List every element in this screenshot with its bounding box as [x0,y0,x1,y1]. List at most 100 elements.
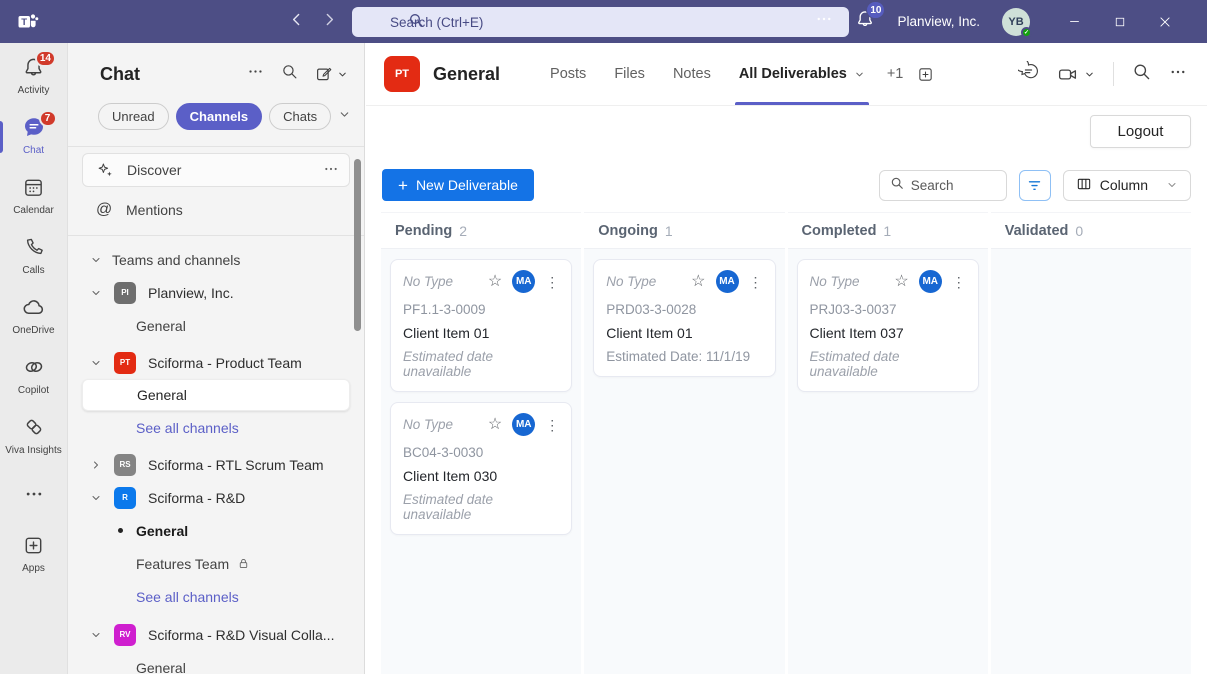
svg-text:T: T [21,17,27,28]
chat-panel-title: Chat [100,64,247,85]
filter-unread[interactable]: Unread [98,103,169,130]
chevron-down-icon[interactable] [90,492,104,504]
card-title[interactable]: Client Item 01 [606,325,762,341]
back-button[interactable] [288,11,305,33]
channel-product-general-selected[interactable]: General [82,379,350,411]
maximize-button[interactable] [1097,0,1142,43]
titlebar-more-icon[interactable] [815,10,833,33]
channel-features-team[interactable]: Features Team [68,547,364,580]
chat-search-icon[interactable] [281,63,298,85]
rail-label: Calendar [13,205,54,216]
filter-button[interactable] [1019,170,1051,201]
assignee-avatar[interactable]: MA [512,413,535,436]
assignee-avatar[interactable]: MA [716,270,739,293]
minimize-button[interactable] [1052,0,1097,43]
new-deliverable-button[interactable]: + New Deliverable [382,169,534,201]
channel-planview-general[interactable]: General [68,309,364,342]
add-tab-icon[interactable] [917,43,934,105]
team-rnd-visual[interactable]: RV Sciforma - R&D Visual Colla... [68,618,364,651]
see-all-channels-link[interactable]: See all channels [68,580,364,613]
column-name: Completed [802,223,877,239]
forward-button[interactable] [321,11,338,33]
tab-notes[interactable]: Notes [659,43,725,105]
card-title[interactable]: Client Item 037 [810,325,966,341]
app-subheader: Logout [366,106,1207,158]
chevron-down-icon[interactable] [90,357,104,369]
logout-button[interactable]: Logout [1090,115,1191,148]
card-more-icon[interactable]: ⋮ [952,275,966,289]
mentions-label: Mentions [126,202,183,218]
team-rnd[interactable]: R Sciforma - R&D [68,481,364,514]
channel-rnd-visual-general[interactable]: General [68,651,364,674]
team-rtl-scrum[interactable]: RS Sciforma - RTL Scrum Team [68,448,364,481]
discover-options-icon[interactable] [323,161,339,180]
star-icon[interactable]: ☆ [691,274,705,290]
org-name[interactable]: Planview, Inc. [897,14,980,29]
teams-and-channels-section[interactable]: Teams and channels [68,236,364,276]
filters-chevron-down-icon[interactable] [338,108,351,126]
channel-more-icon[interactable] [1169,63,1187,86]
chevron-down-icon[interactable] [90,287,104,299]
tab-posts[interactable]: Posts [536,43,600,105]
board-search-input[interactable] [911,178,991,193]
discover-item[interactable]: Discover [82,153,350,187]
star-icon[interactable]: ☆ [488,417,502,433]
rail-item-calendar[interactable]: Calendar [0,176,68,223]
filter-channels[interactable]: Channels [176,103,263,130]
tab-overflow-count[interactable]: +1 [879,43,912,105]
rail-item-activity[interactable]: 14 Activity [0,56,68,103]
channel-chat-icon[interactable] [1018,61,1039,87]
team-planview[interactable]: PI Planview, Inc. [68,276,364,309]
global-search-box[interactable] [352,7,849,37]
rail-label: Copilot [18,385,49,396]
rail-label: Apps [22,563,45,574]
copilot-icon [22,355,46,384]
see-all-channels-link[interactable]: See all channels [68,411,364,444]
team-product-team[interactable]: PT Sciforma - Product Team [68,346,364,379]
close-button[interactable] [1142,0,1187,43]
panel-scrollbar[interactable] [354,159,361,331]
column-name: Pending [395,223,452,239]
card-more-icon[interactable]: ⋮ [545,275,559,289]
deliverable-card[interactable]: No Type ☆ MA ⋮ BC04-3-0030 Client Item 0… [390,402,572,535]
rail-item-chat[interactable]: 7 Chat [0,116,68,163]
chevron-right-icon[interactable] [90,459,104,471]
presence-available-icon: ✓ [1021,27,1032,38]
at-mention-icon: @ [96,201,126,219]
board-search-box[interactable] [879,170,1007,201]
star-icon[interactable]: ☆ [488,274,502,290]
star-icon[interactable]: ☆ [894,274,908,290]
notifications-bell-icon[interactable]: 10 [855,9,875,34]
assignee-avatar[interactable]: MA [919,270,942,293]
card-more-icon[interactable]: ⋮ [545,418,559,432]
channel-search-icon[interactable] [1132,62,1151,86]
chat-options-icon[interactable] [247,63,264,85]
assignee-avatar[interactable]: MA [512,270,535,293]
filter-chats[interactable]: Chats [269,103,331,130]
rail-item-apps[interactable]: Apps [0,534,68,581]
app-rail: 14 Activity 7 Chat Calendar Calls OneDri… [0,43,68,674]
rail-item-onedrive[interactable]: OneDrive [0,296,68,343]
meet-camera-icon[interactable] [1057,64,1095,85]
global-search-input[interactable] [390,15,810,30]
tab-files[interactable]: Files [600,43,659,105]
rail-item-viva-insights[interactable]: Viva Insights [0,416,68,463]
card-title[interactable]: Client Item 01 [403,325,559,341]
column-view-button[interactable]: Column [1063,170,1191,201]
card-more-icon[interactable]: ⋮ [749,275,763,289]
deliverable-card[interactable]: No Type ☆ MA ⋮ PRD03-3-0028 Client Item … [593,259,775,377]
rail-more-apps-icon[interactable] [24,484,44,510]
card-title[interactable]: Client Item 030 [403,468,559,484]
new-chat-icon[interactable] [315,65,348,83]
channel-rnd-general-unread[interactable]: General [68,514,364,547]
tab-all-deliverables[interactable]: All Deliverables [725,43,879,105]
chevron-down-icon[interactable] [90,629,104,641]
rail-item-calls[interactable]: Calls [0,236,68,283]
user-avatar[interactable]: YB ✓ [1002,8,1030,36]
mentions-item[interactable]: @ Mentions [82,193,350,227]
rail-item-copilot[interactable]: Copilot [0,356,68,403]
board-toolbar: + New Deliverable Column [366,158,1207,212]
deliverable-card[interactable]: No Type ☆ MA ⋮ PF1.1-3-0009 Client Item … [390,259,572,392]
deliverable-card[interactable]: No Type ☆ MA ⋮ PRJ03-3-0037 Client Item … [797,259,979,392]
rail-label: Activity [18,85,50,96]
